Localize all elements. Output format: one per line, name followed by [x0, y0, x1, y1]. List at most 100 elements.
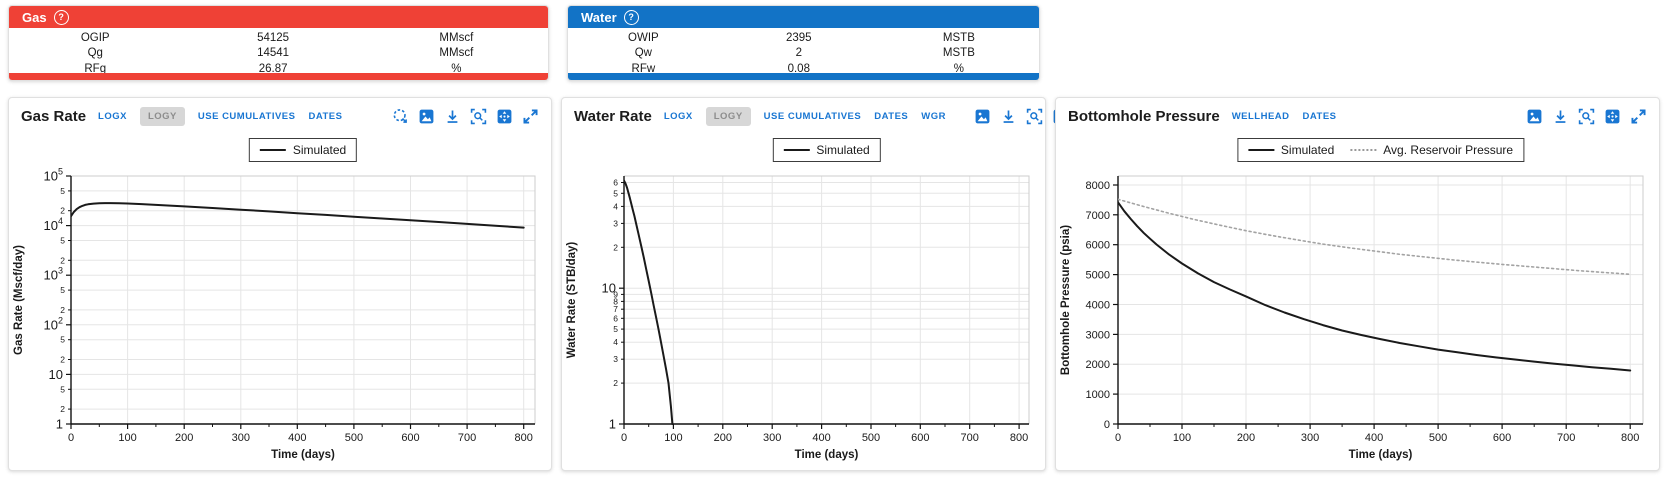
toggle-logy[interactable]: LOGY	[139, 106, 185, 126]
y-axis-label: Water Rate (STB/day)	[566, 242, 578, 359]
water-summary-footer-bar	[568, 73, 1039, 80]
zoom-region-icon[interactable]	[1026, 108, 1043, 125]
toggle-wgr[interactable]: WGR	[921, 111, 946, 122]
chart-legend: Simulated Avg. Reservoir Pressure	[1236, 138, 1525, 162]
summary-row: Qw 2 MSTB	[568, 46, 1039, 62]
legend-line-sample	[1350, 149, 1377, 151]
svg-text:8000: 8000	[1086, 180, 1110, 192]
chart-canvas[interactable]: 0 100 200 300 400 500 600 700 800125102510225103…	[9, 134, 551, 472]
toggle-wellhead[interactable]: WELLHEAD	[1232, 111, 1290, 122]
tick-labels: 0 100 200 300 400 500 600 700 800123456789102345…	[602, 178, 1029, 445]
chart-canvas[interactable]: 0 100 200 300 400 500 600 700 800010002000300040…	[1056, 134, 1659, 472]
svg-text:1: 1	[609, 417, 616, 432]
toggle-dates[interactable]: DATES	[1303, 111, 1337, 122]
svg-text:104: 104	[44, 216, 63, 233]
svg-text:102: 102	[44, 315, 63, 332]
download-icon[interactable]	[1000, 108, 1017, 125]
svg-text:500: 500	[862, 432, 880, 444]
svg-text:6000: 6000	[1086, 240, 1110, 252]
tick-labels: 0 100 200 300 400 500 600 700 800010002000300040…	[1086, 180, 1640, 444]
toggle-logx[interactable]: LOGX	[664, 111, 693, 122]
zoom-region-icon[interactable]	[470, 108, 487, 125]
series-simulated	[624, 179, 674, 425]
svg-text:105: 105	[44, 167, 63, 184]
toggle-dates[interactable]: DATES	[308, 111, 342, 122]
svg-text:5: 5	[60, 335, 65, 345]
svg-text:800: 800	[1010, 432, 1028, 444]
lasso-select-icon[interactable]	[392, 108, 409, 125]
svg-text:4: 4	[613, 201, 618, 211]
export-image-icon[interactable]	[974, 108, 991, 125]
plot-border	[624, 175, 1030, 424]
toggle-logx[interactable]: LOGX	[98, 111, 127, 122]
svg-text:6: 6	[613, 178, 618, 188]
toggle-group: WELLHEAD DATES	[1232, 111, 1337, 122]
summary-row: OWIP 2395 MSTB	[568, 30, 1039, 46]
gridlines	[1118, 176, 1643, 425]
svg-text:3000: 3000	[1086, 329, 1110, 341]
toggle-logy[interactable]: LOGY	[705, 106, 751, 126]
zoom-region-icon[interactable]	[1578, 108, 1595, 125]
svg-text:100: 100	[118, 432, 136, 444]
legend-item[interactable]: Simulated	[1247, 143, 1334, 157]
export-image-icon[interactable]	[1526, 108, 1543, 125]
legend-label: Simulated	[816, 143, 870, 157]
svg-text:0: 0	[1115, 432, 1121, 444]
y-axis-label: Bottomhole Pressure (psia)	[1060, 225, 1072, 375]
gridlines	[624, 176, 1029, 425]
chart-canvas[interactable]: 0 100 200 300 400 500 600 700 800123456789102345…	[562, 134, 1045, 472]
download-icon[interactable]	[444, 108, 461, 125]
svg-text:0: 0	[68, 432, 74, 444]
chart-iconbar	[1526, 108, 1647, 125]
gas-summary-card: Gas ? OGIP 54125 MMscf Qg 14541 MMscf RFg 26.87…	[8, 5, 549, 81]
svg-text:2: 2	[60, 404, 65, 414]
svg-text:200: 200	[1237, 432, 1255, 444]
svg-text:3: 3	[613, 218, 618, 228]
svg-text:300: 300	[763, 432, 781, 444]
chart-title: Bottomhole Pressure	[1068, 107, 1220, 125]
summary-value: 2	[795, 47, 802, 60]
bottomhole-pressure-toolbar: Bottomhole Pressure WELLHEAD DATES	[1056, 98, 1659, 134]
plot-border	[1118, 175, 1644, 424]
svg-text:600: 600	[401, 432, 419, 444]
legend-item[interactable]: Simulated	[783, 143, 870, 157]
gas-summary-footer-bar	[9, 73, 548, 80]
water-summary-body: OWIP 2395 MSTB Qw 2 MSTB RFw 0.08%	[568, 28, 1039, 77]
svg-text:5: 5	[60, 384, 65, 394]
svg-text:800: 800	[515, 432, 533, 444]
svg-text:400: 400	[1365, 432, 1383, 444]
svg-text:5000: 5000	[1086, 270, 1110, 282]
help-icon[interactable]: ?	[623, 9, 639, 25]
svg-text:2: 2	[613, 242, 618, 252]
water-rate-panel: Water Rate LOGX LOGY USE CUMULATIVES DATES W…	[561, 97, 1094, 472]
tick-labels: 0 100 200 300 400 500 600 700 800125102510225103…	[44, 167, 533, 445]
gas-rate-panel: Gas Rate LOGX LOGY USE CUMULATIVES DATES Si…	[8, 97, 552, 471]
summary-label: OGIP	[80, 31, 110, 44]
summary-label: OWIP	[628, 31, 659, 44]
legend-item[interactable]: Avg. Reservoir Pressure	[1350, 143, 1513, 157]
svg-text:300: 300	[232, 432, 250, 444]
export-image-icon[interactable]	[418, 108, 435, 125]
toggle-use-cumulatives[interactable]: USE CUMULATIVES	[198, 111, 296, 122]
water-summary-card: Water ? OWIP 2395 MSTB Qw 2 MSTB RFw 0.08%	[567, 5, 1040, 81]
water-rate-toolbar: Water Rate LOGX LOGY USE CUMULATIVES DATES W…	[562, 98, 1094, 134]
toggle-group: LOGX LOGY USE CUMULATIVES DATES WGR	[664, 106, 946, 126]
toggle-use-cumulatives[interactable]: USE CUMULATIVES	[764, 111, 862, 122]
svg-text:5: 5	[613, 188, 618, 198]
download-icon[interactable]	[1552, 108, 1569, 125]
svg-text:300: 300	[1301, 432, 1319, 444]
legend-item[interactable]: Simulated	[259, 143, 346, 157]
svg-text:5: 5	[60, 236, 65, 246]
help-icon[interactable]: ?	[53, 9, 69, 25]
svg-text:2: 2	[60, 355, 65, 365]
svg-text:5: 5	[60, 285, 65, 295]
pan-arrows-icon[interactable]	[496, 108, 513, 125]
svg-text:1: 1	[56, 417, 63, 432]
pan-arrows-icon[interactable]	[1604, 108, 1621, 125]
toggle-dates[interactable]: DATES	[874, 111, 908, 122]
legend-line-sample	[259, 149, 286, 151]
svg-text:400: 400	[812, 432, 830, 444]
fullscreen-icon[interactable]	[1630, 108, 1647, 125]
svg-text:2: 2	[60, 305, 65, 315]
fullscreen-icon[interactable]	[522, 108, 539, 125]
